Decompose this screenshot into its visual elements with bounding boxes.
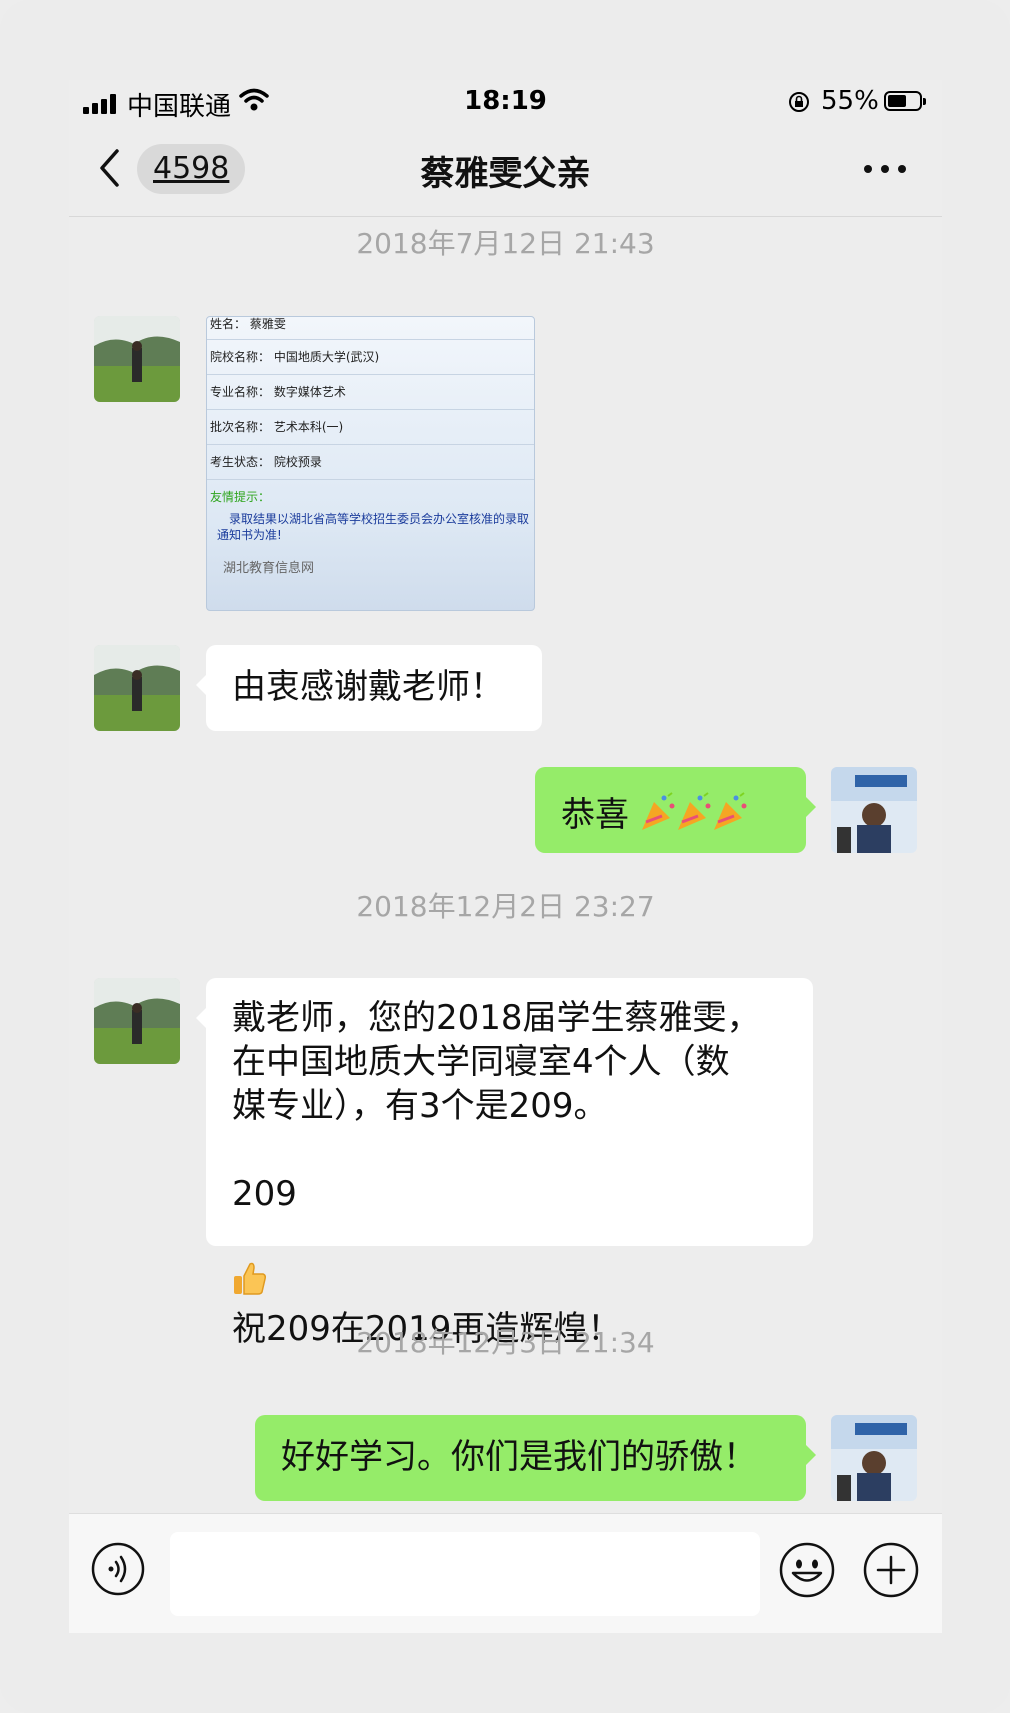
message-text-line: 媒专业），有3个是209。 <box>232 1086 608 1126</box>
message-text: 恭喜 <box>561 795 629 835</box>
my-avatar[interactable] <box>831 1415 917 1501</box>
contact-avatar[interactable] <box>94 645 180 731</box>
thumbs-up-icon <box>232 1216 268 1307</box>
message-text: 209 <box>232 1174 297 1214</box>
admission-tip-body: 录取结果以湖北省高等学校招生委员会办公室核准的录取通知书为准! <box>217 512 530 542</box>
chat-title: 蔡雅雯父亲 <box>420 154 591 194</box>
admission-result-image[interactable]: 姓名： 蔡雅雯 院校名称： 中国地质大学(武汉) 专业名称： 数字媒体艺术 批次… <box>206 316 535 611</box>
chat-screen: 中国联通 18:19 55% 4598 蔡雅雯父亲 2018年7月12日 21:… <box>69 80 942 1633</box>
rotation-lock-icon <box>789 92 809 112</box>
clock: 18:19 <box>464 86 547 116</box>
message-bubble-sent[interactable]: 恭喜 <box>535 767 816 853</box>
voice-icon[interactable] <box>91 1542 145 1596</box>
chat-header: 4598 蔡雅雯父亲 <box>69 126 942 217</box>
message-timestamp: 2018年12月3日 21:34 <box>356 1326 655 1359</box>
my-avatar[interactable] <box>831 767 917 853</box>
message-text: 由衷感谢戴老师！ <box>232 667 504 707</box>
contact-avatar[interactable] <box>94 978 180 1064</box>
status-bar: 中国联通 18:19 55% <box>69 80 942 126</box>
contact-avatar[interactable] <box>94 316 180 402</box>
admission-tip-title: 友情提示： <box>210 490 271 504</box>
input-toolbar <box>69 1513 942 1633</box>
message-timestamp: 2018年12月2日 23:27 <box>356 890 655 923</box>
plus-icon[interactable] <box>863 1542 919 1598</box>
admission-row-status: 考生状态： 院校预录 <box>207 445 534 480</box>
message-text-line: 在中国地质大学同寝室4个人（数 <box>232 1042 730 1082</box>
admission-row-major: 专业名称： 数字媒体艺术 <box>207 375 534 410</box>
message-input[interactable] <box>170 1532 760 1616</box>
message-text: 好好学习。你们是我们的骄傲！ <box>281 1437 757 1477</box>
battery-percent: 55% <box>821 86 879 116</box>
message-bubble-received[interactable]: 戴老师，您的2018届学生蔡雅雯， 在中国地质大学同寝室4个人（数 媒专业），有… <box>196 978 813 1349</box>
emoji-icon[interactable] <box>779 1542 835 1598</box>
admission-tip-source: 湖北教育信息网 <box>223 561 315 576</box>
message-text-line-with-emoji: 209 <box>232 1128 787 1307</box>
message-timestamp: 2018年7月12日 21:43 <box>356 227 655 260</box>
message-bubble-sent[interactable]: 好好学习。你们是我们的骄傲！ <box>255 1415 816 1501</box>
more-icon[interactable] <box>863 164 907 174</box>
message-bubble-received[interactable]: 由衷感谢戴老师！ <box>196 645 542 731</box>
admission-row-name: 姓名： 蔡雅雯 <box>207 317 534 340</box>
message-text-line: 戴老师，您的2018届学生蔡雅雯， <box>232 998 761 1038</box>
party-popper-icon <box>640 792 748 841</box>
admission-row-school: 院校名称： 中国地质大学(武汉) <box>207 340 534 375</box>
battery-icon <box>884 91 926 111</box>
admission-row-batch: 批次名称： 艺术本科(一) <box>207 410 534 445</box>
